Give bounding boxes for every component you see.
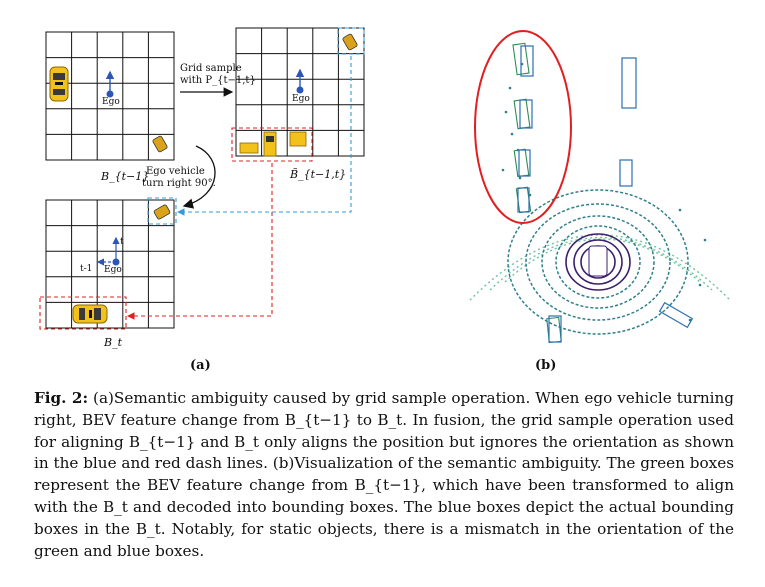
taxi-icon-rotated <box>72 304 108 324</box>
grid-label-bt: B_t <box>103 336 123 349</box>
grid-sample-label-2: with P_{t−1,t} <box>180 75 256 86</box>
ego-label-3: Ego <box>104 265 122 275</box>
arrow-t-label: t <box>120 237 124 247</box>
ego-label-2: Ego <box>292 94 310 104</box>
small-car-icon-2 <box>342 33 358 51</box>
grid-sample-label-1: Grid sample <box>180 63 242 74</box>
taxi-icon <box>49 66 69 102</box>
subfig-label-a: (a) <box>190 358 211 373</box>
ego-turn-label-2: turn right 90°. <box>142 178 216 189</box>
ego-turn-label-1: Ego vehicle <box>146 166 205 177</box>
subfig-label-b: (b) <box>535 358 556 373</box>
figure-caption: Fig. 2: (a)Semantic ambiguity caused by … <box>34 388 734 562</box>
caption-label: Fig. 2: <box>34 389 89 407</box>
small-car-icon-3 <box>153 204 171 220</box>
ego-dot-2 <box>296 86 304 94</box>
small-car-icon <box>152 135 168 153</box>
figure: Ego B_{t−1} Grid sample with P_{t−1,t} E… <box>39 27 731 373</box>
lidar-scan <box>469 62 731 335</box>
panel-b: (b) <box>469 30 731 373</box>
blue-boxes <box>517 45 694 343</box>
panel-a: Ego B_{t−1} Grid sample with P_{t−1,t} E… <box>39 27 365 373</box>
taxi-fragments <box>239 131 307 157</box>
grid-label-bt-tilde: B̃_{t−1,t} <box>289 168 346 181</box>
grid-bt: t t-1 Ego <box>45 199 175 329</box>
highlight-ellipse <box>474 30 572 224</box>
caption-text: (a)Semantic ambiguity caused by grid sam… <box>34 389 734 560</box>
grid-bt-minus-1: Ego <box>45 31 175 161</box>
grid-bt-tilde: Ego <box>235 27 365 157</box>
ego-label: Ego <box>102 97 120 107</box>
arrow-t1-label: t-1 <box>80 264 92 274</box>
